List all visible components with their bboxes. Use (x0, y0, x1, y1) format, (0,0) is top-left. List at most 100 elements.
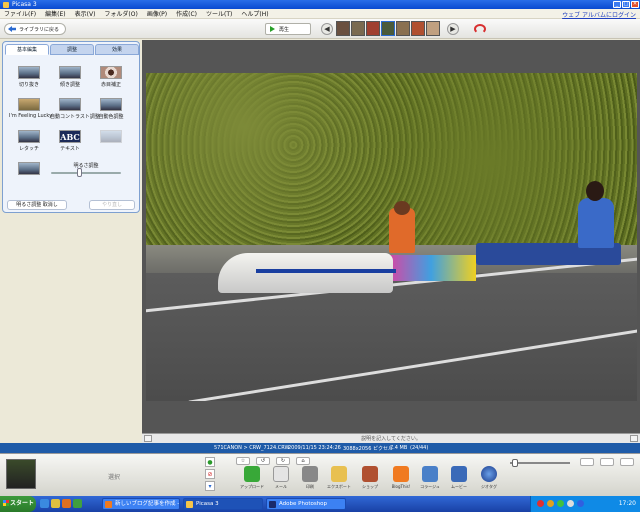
tray-icon[interactable] (577, 500, 584, 507)
disabled-tool (91, 130, 131, 145)
blogger-icon (393, 466, 409, 482)
close-button[interactable]: ✕ (631, 1, 639, 8)
geotag-button[interactable]: ジオタグ (474, 466, 504, 490)
minimize-button[interactable]: _ (613, 1, 621, 8)
start-button[interactable]: スタート (0, 496, 36, 512)
taskbar-photoshop-label: Adobe Photoshop (279, 501, 328, 507)
tray-selected-thumbnail[interactable] (6, 459, 36, 489)
web-albums-login-link[interactable]: ウェブ アルバムにログイン (562, 10, 636, 19)
quick-launch (40, 499, 82, 508)
taskbar-photoshop-window[interactable]: Adobe Photoshop (266, 498, 346, 510)
previous-photo-icon[interactable]: ◀ (321, 23, 333, 35)
movie-button[interactable]: ムービー (444, 466, 474, 490)
info-filename: 571CANON > CRW_7124.CRW (214, 445, 290, 451)
picasa-app-icon (3, 1, 9, 8)
slideshow-play-button[interactable]: 再生 (265, 23, 311, 35)
straighten-thumbnail (59, 66, 81, 79)
text-tool[interactable]: ABC テキスト (50, 130, 90, 152)
caption-right-button[interactable] (630, 435, 638, 442)
filmstrip-thumb[interactable] (351, 21, 365, 36)
tab-basic-fixes[interactable]: 基本編集 (5, 44, 49, 55)
tab-tuning[interactable]: 調整 (50, 44, 94, 55)
photo-train-car (386, 255, 476, 281)
tag-icon[interactable]: ⌂ (296, 457, 310, 465)
ie-icon[interactable] (40, 499, 49, 508)
filmstrip-thumb[interactable] (336, 21, 350, 36)
firefox-icon[interactable] (62, 499, 71, 508)
picasa-window: Picasa 3 _ □ ✕ ファイル(F) 編集(E) 表示(V) フォルダ(… (0, 0, 640, 512)
menu-folder[interactable]: フォルダ(O) (104, 9, 137, 18)
folder-icon[interactable] (51, 499, 60, 508)
email-button[interactable]: メール (266, 466, 296, 490)
next-photo-icon[interactable]: ▶ (447, 23, 459, 35)
redo-button: やり直し (89, 200, 135, 210)
menu-help[interactable]: ヘルプ(H) (241, 9, 268, 18)
auto-color-tool[interactable]: 自動色調整 (91, 98, 131, 120)
tray-icon[interactable] (547, 500, 554, 507)
windows-logo-icon (3, 500, 9, 506)
rotate-right-icon[interactable]: ↻ (276, 457, 290, 465)
info-pixels: 3088x2056 ピクセル (343, 446, 393, 452)
fill-light-tool[interactable] (9, 162, 49, 175)
star-icon[interactable]: ☆ (236, 457, 250, 465)
filmstrip-thumb[interactable] (426, 21, 440, 36)
straighten-tool[interactable]: 傾き調整 (50, 66, 90, 88)
tab-effects[interactable]: 効果 (95, 44, 139, 55)
menu-file[interactable]: ファイル(F) (4, 9, 36, 18)
retouch-tool[interactable]: レタッチ (9, 130, 49, 152)
rotate-icon[interactable] (474, 24, 486, 34)
collage-button[interactable]: コラージュ (415, 466, 445, 490)
print-label: 印刷 (306, 484, 314, 489)
main-photo[interactable] (146, 73, 637, 401)
view-mode-icon[interactable] (580, 458, 594, 466)
hold-icon[interactable]: ● (205, 457, 215, 467)
crop-tool[interactable]: 切り抜き (9, 66, 49, 88)
upload-button[interactable]: アップロード (237, 466, 267, 490)
clear-icon[interactable]: ⊘ (205, 469, 215, 479)
straighten-label: 傾き調整 (59, 82, 80, 88)
filmstrip-thumb[interactable] (396, 21, 410, 36)
undo-brightness-button[interactable]: 明るさ調整 取消し (7, 200, 67, 210)
app-icon[interactable] (73, 499, 82, 508)
windows-taskbar: スタート 新しいブログ記事を作成 - Picasa 3 Adobe Photos… (0, 496, 640, 512)
menu-view[interactable]: 表示(V) (75, 9, 96, 18)
maximize-button[interactable]: □ (622, 1, 630, 8)
back-to-library-button[interactable]: ライブラリに戻る (4, 23, 67, 35)
rotate-left-icon[interactable]: ↺ (256, 457, 270, 465)
shop-button[interactable]: ショップ (355, 466, 385, 490)
zoom-slider-knob[interactable] (512, 459, 518, 467)
redeye-tool[interactable]: 赤目補正 (91, 66, 131, 88)
add-to-icon[interactable]: ▾ (205, 481, 215, 491)
auto-color-thumbnail (100, 98, 122, 111)
zoom-slider-track (510, 462, 570, 464)
menu-create[interactable]: 作成(C) (176, 9, 197, 18)
filmstrip-thumb[interactable] (366, 21, 380, 36)
view-mode-icon[interactable] (620, 458, 634, 466)
fill-light-thumbnail (18, 162, 40, 175)
taskbar-picasa-window[interactable]: Picasa 3 (183, 498, 263, 510)
brightness-slider[interactable] (51, 168, 121, 177)
play-icon (270, 26, 275, 32)
abc-text-icon: ABC (59, 130, 81, 143)
brightness-slider-knob[interactable] (77, 168, 82, 177)
taskbar-blog-window[interactable]: 新しいブログ記事を作成 - (102, 498, 180, 510)
auto-contrast-tool[interactable]: 自動コントラスト調整 (50, 98, 100, 120)
geotag-label: ジオタグ (481, 484, 497, 489)
blogthis-button[interactable]: BlogThis! (386, 466, 416, 489)
feeling-lucky-tool[interactable]: I'm Feeling Lucky (9, 98, 52, 119)
print-button[interactable]: 印刷 (295, 466, 325, 490)
export-button[interactable]: エクスポート (324, 466, 354, 490)
system-tray: 17:20 (530, 496, 640, 512)
tray-icon[interactable] (537, 500, 544, 507)
caption-input[interactable]: 説明を記入してください。 (142, 435, 640, 442)
filmstrip-thumb[interactable] (411, 21, 425, 36)
menu-tools[interactable]: ツール(T) (206, 9, 232, 18)
upload-label: アップロード (240, 484, 264, 489)
menu-edit[interactable]: 編集(E) (45, 9, 65, 18)
view-mode-icon[interactable] (600, 458, 614, 466)
picasa-icon (186, 501, 193, 508)
tray-icon[interactable] (567, 500, 574, 507)
menu-picture[interactable]: 画像(P) (147, 9, 167, 18)
tray-icon[interactable] (557, 500, 564, 507)
filmstrip-thumb-selected[interactable] (381, 21, 395, 36)
